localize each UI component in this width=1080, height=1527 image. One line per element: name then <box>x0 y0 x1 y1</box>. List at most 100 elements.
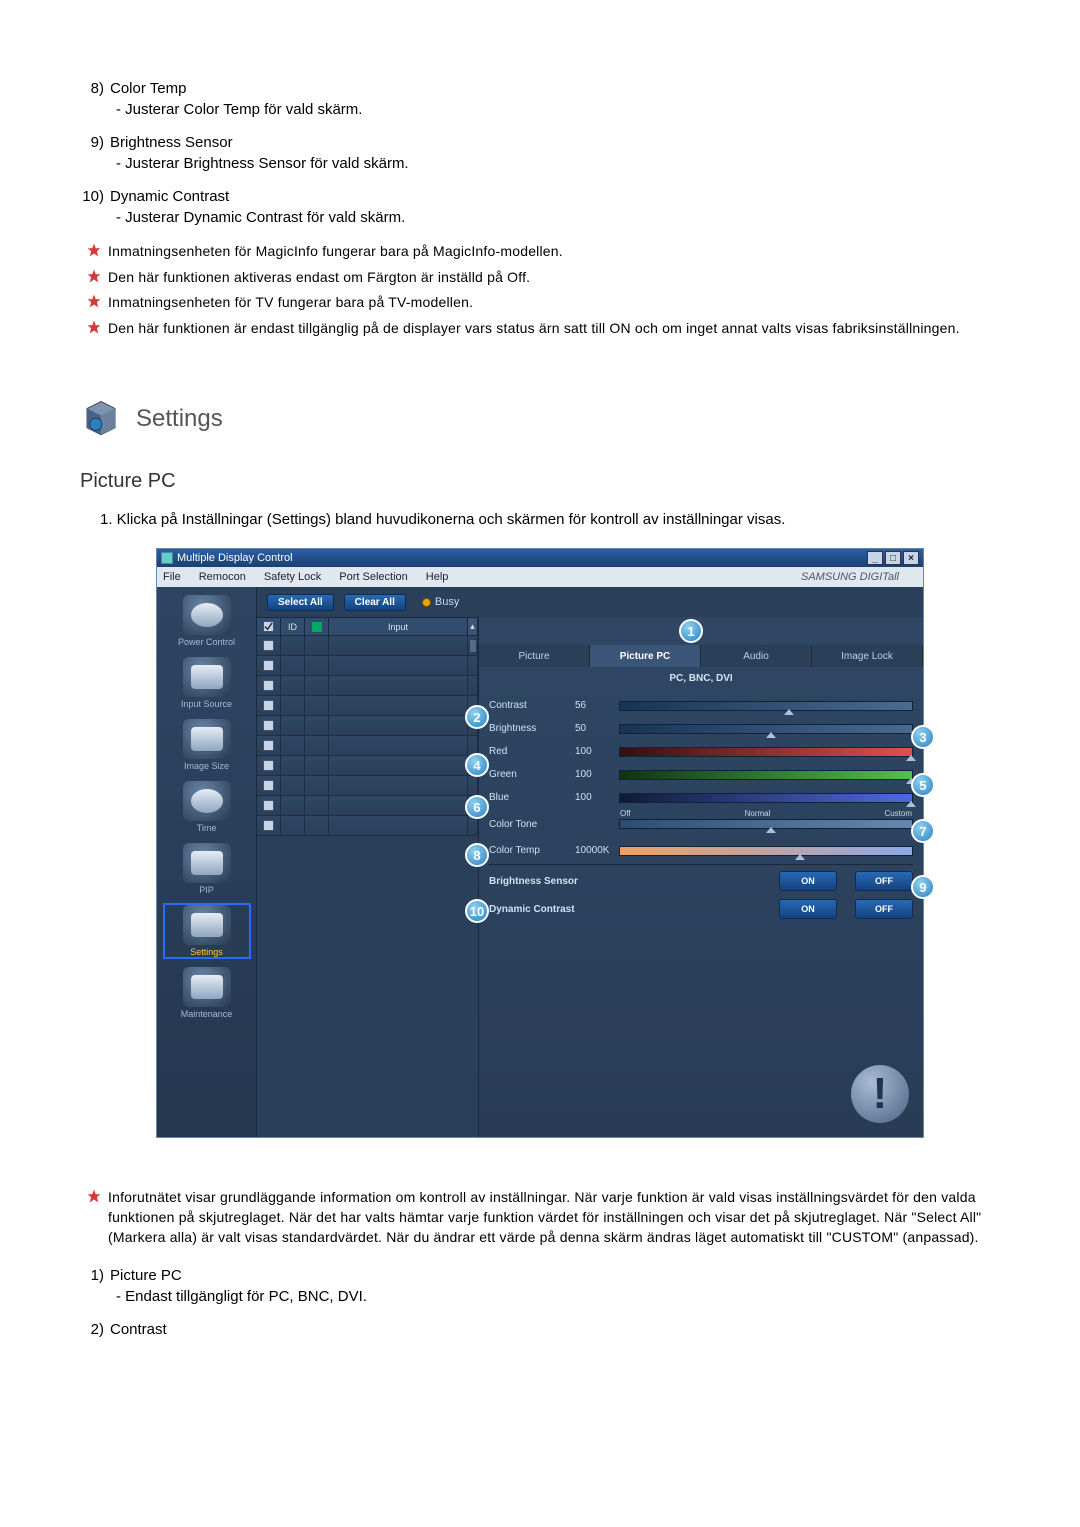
table-row[interactable] <box>257 736 478 756</box>
menu-help[interactable]: Help <box>426 571 449 583</box>
item-number: 8) <box>80 80 110 97</box>
table-row[interactable] <box>257 716 478 736</box>
clear-all-button[interactable]: Clear All <box>344 594 406 611</box>
star-icon <box>80 293 108 313</box>
note-text: Den här funktionen är endast tillgänglig… <box>108 319 1000 339</box>
sidebar-item-power-control[interactable]: Power Control <box>165 595 249 647</box>
green-value: 100 <box>575 769 619 780</box>
tone-custom: Custom <box>884 809 912 818</box>
tab-picture[interactable]: Picture <box>479 645 590 667</box>
brand-label: SAMSUNG DIGITall <box>801 571 899 583</box>
grid-header-input: Input <box>329 618 468 635</box>
bottom-note-text: Inforutnätet visar grundläggande informa… <box>108 1188 1000 1247</box>
settings-cube-icon <box>80 398 122 440</box>
sidebar-item-pip[interactable]: PIP <box>165 843 249 895</box>
sidebar-item-time[interactable]: Time <box>165 781 249 833</box>
colortone-slider[interactable]: OffNormalCustom <box>619 819 913 829</box>
item-title: Color Temp <box>110 80 1000 97</box>
contrast-label: Contrast <box>489 700 575 711</box>
colortone-label: Color Tone <box>489 819 575 830</box>
menu-safety-lock[interactable]: Safety Lock <box>264 571 321 583</box>
table-row[interactable] <box>257 756 478 776</box>
dynamic-contrast-off[interactable]: OFF <box>855 899 913 919</box>
colortemp-label: Color Temp <box>489 845 575 856</box>
callout-5: 5 <box>911 773 935 797</box>
sidebar-item-settings[interactable]: Settings <box>165 905 249 957</box>
brightness-sensor-on[interactable]: ON <box>779 871 837 891</box>
display-grid: ID Input ▴ <box>257 617 479 1137</box>
item-title: Picture PC <box>110 1267 1000 1284</box>
settings-title: Settings <box>136 405 223 433</box>
callout-1: 1 <box>679 619 703 643</box>
item-title: Dynamic Contrast <box>110 188 1000 205</box>
grid-header-status <box>305 618 329 635</box>
blue-slider[interactable] <box>619 793 913 803</box>
item-number: 9) <box>80 134 110 151</box>
select-all-button[interactable]: Select All <box>267 594 334 611</box>
red-slider[interactable] <box>619 747 913 757</box>
contrast-slider[interactable] <box>619 701 913 711</box>
toolbar: Select All Clear All Busy <box>257 587 923 617</box>
brightness-label: Brightness <box>489 723 575 734</box>
sidebar-item-input-source[interactable]: Input Source <box>165 657 249 709</box>
star-icon <box>80 268 108 288</box>
grid-header-checkbox[interactable] <box>257 618 281 635</box>
minimize-button[interactable]: _ <box>867 551 883 565</box>
note-text: Den här funktionen aktiveras endast om F… <box>108 268 1000 288</box>
note-text: Inmatningsenheten för TV fungerar bara p… <box>108 293 1000 313</box>
menu-port-selection[interactable]: Port Selection <box>339 571 407 583</box>
app-window: Multiple Display Control _ □ × File Remo… <box>156 548 924 1138</box>
subsection-title: Picture PC <box>80 470 1000 493</box>
sidebar: Power Control Input Source Image Size Ti… <box>157 587 257 1137</box>
menu-file[interactable]: File <box>163 571 181 583</box>
item-description: - Justerar Color Temp för vald skärm. <box>80 101 1000 118</box>
dynamic-contrast-label: Dynamic Contrast <box>489 904 761 915</box>
table-row[interactable] <box>257 636 478 656</box>
maximize-button[interactable]: □ <box>885 551 901 565</box>
table-row[interactable] <box>257 656 478 676</box>
panel-subtitle: PC, BNC, DVI <box>479 667 923 688</box>
sidebar-label: Settings <box>190 947 223 957</box>
sidebar-label: Image Size <box>184 761 229 771</box>
green-slider[interactable] <box>619 770 913 780</box>
item-number: 1) <box>80 1267 110 1284</box>
star-icon <box>80 1188 108 1247</box>
tab-image-lock[interactable]: Image Lock <box>812 645 923 667</box>
sidebar-label: Maintenance <box>181 1009 233 1019</box>
notes-block: Inmatningsenheten för MagicInfo fungerar… <box>80 242 1000 338</box>
grid-scroll-up[interactable]: ▴ <box>468 618 478 635</box>
section-header: Settings <box>80 398 1000 440</box>
sidebar-item-maintenance[interactable]: Maintenance <box>165 967 249 1019</box>
menu-remocon[interactable]: Remocon <box>199 571 246 583</box>
colortemp-slider[interactable] <box>619 846 913 856</box>
sidebar-label: Time <box>197 823 217 833</box>
item-title: Contrast <box>110 1321 1000 1338</box>
upper-items-list: 8)Color Temp - Justerar Color Temp för v… <box>80 80 1000 226</box>
table-row[interactable] <box>257 696 478 716</box>
green-label: Green <box>489 769 575 780</box>
red-value: 100 <box>575 746 619 757</box>
table-row[interactable] <box>257 676 478 696</box>
busy-label: Busy <box>435 596 459 608</box>
grid-header-id: ID <box>281 618 305 635</box>
title-bar: Multiple Display Control _ □ × <box>157 549 923 567</box>
brightness-slider[interactable] <box>619 724 913 734</box>
close-button[interactable]: × <box>903 551 919 565</box>
item-title: Brightness Sensor <box>110 134 1000 151</box>
sidebar-item-image-size[interactable]: Image Size <box>165 719 249 771</box>
brightness-sensor-off[interactable]: OFF <box>855 871 913 891</box>
busy-indicator: Busy <box>422 596 459 608</box>
tone-off: Off <box>620 809 631 818</box>
tab-audio[interactable]: Audio <box>701 645 812 667</box>
star-icon <box>80 242 108 262</box>
table-row[interactable] <box>257 776 478 796</box>
table-row[interactable] <box>257 796 478 816</box>
table-row[interactable] <box>257 816 478 836</box>
blue-label: Blue <box>489 792 575 803</box>
colortemp-value: 10000K <box>575 845 619 856</box>
sidebar-label: Power Control <box>178 637 235 647</box>
dynamic-contrast-on[interactable]: ON <box>779 899 837 919</box>
intro-text: 1. Klicka på Inställningar (Settings) bl… <box>100 511 1000 528</box>
tab-picture-pc[interactable]: Picture PC <box>590 645 701 667</box>
app-icon <box>161 552 173 564</box>
